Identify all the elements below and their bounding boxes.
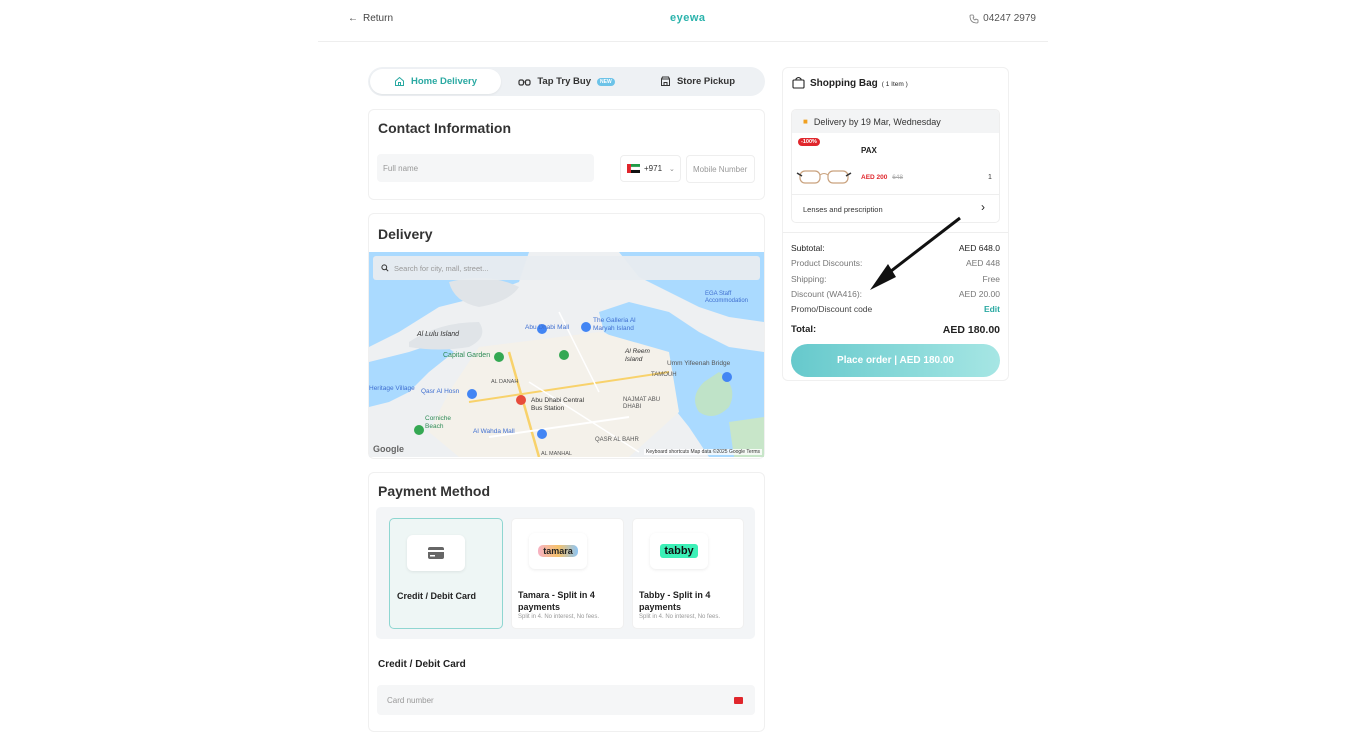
promo-row: Promo/Discount code Edit — [791, 304, 1000, 314]
map-footer[interactable]: Keyboard shortcuts Map data ©2025 Google… — [644, 449, 762, 455]
map-search-placeholder: Search for city, mall, street... — [394, 263, 489, 273]
bag-title: Shopping Bag( 1 Item ) — [810, 78, 908, 89]
google-logo: Google — [373, 444, 404, 454]
product-qty: 1 — [988, 174, 992, 181]
store-icon — [660, 76, 670, 86]
card-section-title: Credit / Debit Card — [378, 659, 466, 670]
tab-store-pickup[interactable]: Store Pickup — [632, 69, 763, 94]
payment-option-sub: Split in 4. No interest, No fees. — [639, 614, 721, 620]
tab-tap-try-buy[interactable]: Tap Try Buy NEW — [501, 69, 632, 94]
product-discounts-label: Product Discounts: — [791, 258, 863, 268]
promo-label: Promo/Discount code — [791, 304, 873, 314]
card-brand-icon — [734, 696, 743, 704]
phone-icon — [969, 14, 979, 23]
total-label: Total: — [791, 324, 817, 335]
map-label-najmat: NAJMAT ABU DHABI — [623, 397, 661, 410]
map-label-galleria: The Galleria Al Maryah Island — [593, 317, 636, 332]
map-label-village: Heritage Village — [369, 385, 415, 392]
discount-badge: -100% — [798, 138, 820, 146]
product-name: PAX — [861, 146, 877, 155]
shipping-value: Free — [982, 274, 1000, 284]
phone-link[interactable]: 04247 2979 — [969, 13, 1036, 24]
lenses-label: Lenses and prescription — [803, 205, 883, 214]
card-icon — [407, 535, 465, 571]
discount-value: AED 20.00 — [958, 289, 1000, 299]
tabby-brand: tabby — [660, 544, 698, 558]
delivery-estimate: ■ Delivery by 19 Mar, Wednesday — [792, 110, 999, 133]
payment-title: Payment Method — [378, 483, 491, 499]
mobile-input[interactable]: Mobile Number — [686, 155, 755, 183]
map-label-qasr-hosn: Qasr Al Hosn — [421, 388, 460, 395]
payment-option-label: Tabby - Split in 4 payments — [639, 590, 711, 612]
promo-edit-link[interactable]: Edit — [984, 304, 1000, 314]
tab-home-delivery[interactable]: Home Delivery — [370, 69, 501, 94]
chevron-down-icon: ⌄ — [669, 165, 675, 173]
subtotal-label: Subtotal: — [791, 243, 825, 253]
discount-label: Discount (WA416): — [791, 289, 863, 299]
country-code: +971 — [644, 164, 663, 173]
delivery-method-tabs: Home Delivery Tap Try Buy NEW Store Pick… — [368, 67, 765, 96]
map-label-wahda: Al Wahda Mall — [473, 428, 515, 435]
tab-label: Tap Try Buy — [537, 76, 591, 87]
tamara-brand: tamara — [538, 545, 578, 557]
product-discounts-value: AED 448 — [965, 258, 1000, 268]
delivery-title: Delivery — [378, 226, 433, 242]
map-label-tamouh: TAMOUH — [651, 372, 677, 378]
return-link[interactable]: ← Return — [348, 13, 393, 24]
product-price-old: 648 — [892, 174, 904, 181]
search-icon — [381, 264, 389, 272]
map-label-reem: Al Reem Island — [625, 348, 650, 363]
map-label-qasr: QASR AL BAHR — [595, 437, 639, 443]
tamara-logo: tamara — [529, 533, 587, 569]
total-value: AED 180.00 — [942, 324, 1000, 336]
place-order-button[interactable]: Place order | AED 180.00 — [791, 344, 1000, 377]
card-number-placeholder: Card number — [387, 695, 434, 705]
payment-option-label: Credit / Debit Card — [397, 591, 477, 601]
map-label-eg: EGA Staff Accommodation — [705, 291, 749, 304]
glasses-icon — [518, 78, 531, 86]
total-row: Total: AED 180.00 — [791, 324, 1000, 336]
bag-count: ( 1 Item ) — [881, 81, 908, 88]
tab-label: Home Delivery — [410, 76, 477, 87]
truck-icon: ■ — [803, 117, 808, 126]
product-image — [796, 170, 852, 184]
new-badge: NEW — [597, 77, 615, 86]
logo[interactable]: eyewa — [670, 12, 706, 24]
delivery-map[interactable]: Al Lulu Island Capital Garden The Galler… — [369, 252, 764, 457]
product-price: AED 200 648 — [861, 174, 903, 181]
arrow-left-icon: ← — [348, 13, 358, 24]
home-icon — [394, 76, 404, 86]
payment-option-sub: Split in 4. No interest, No fees. — [518, 614, 600, 620]
map-label-bus: Abu Dhabi Central Bus Station — [531, 397, 585, 412]
shipping-label: Shipping: — [791, 274, 827, 284]
map-label-lulu: Al Lulu Island — [417, 331, 460, 338]
map-label-capital: Capital Garden — [443, 352, 491, 359]
contact-title: Contact Information — [378, 120, 511, 136]
map-label-umm: Umm Yifeenah Bridge — [667, 360, 731, 367]
bag-icon — [792, 76, 805, 89]
map-label-corniche: Corniche Beach — [425, 415, 452, 430]
map-search-input[interactable]: Search for city, mall, street... — [373, 256, 760, 280]
annotation-arrow — [870, 216, 961, 290]
return-label: Return — [363, 13, 394, 24]
subtotal-value: AED 648.0 — [958, 243, 1000, 253]
product-price-current: AED 200 — [861, 174, 888, 181]
map-label-manhal: AL MANHAL — [541, 451, 572, 457]
card-number-input[interactable]: Card number — [377, 685, 755, 715]
payment-option-label: Tamara - Split in 4 payments — [518, 590, 595, 612]
fullname-input[interactable]: Full name — [377, 154, 594, 182]
chevron-right-icon: › — [981, 200, 985, 214]
map-label-danah: AL DANAH — [491, 379, 519, 385]
bag-title-text: Shopping Bag — [810, 78, 878, 89]
phone-number: 04247 2979 — [983, 13, 1036, 24]
delivery-estimate-text: Delivery by 19 Mar, Wednesday — [813, 116, 941, 127]
uae-flag-icon — [627, 164, 640, 173]
top-bar: ← Return eyewa 04247 2979 — [318, 0, 1048, 42]
tabby-logo: tabby — [650, 533, 708, 569]
country-code-select[interactable]: +971 ⌄ — [620, 155, 681, 182]
map-label-mall: Abu Dhabi Mall — [525, 324, 570, 331]
tab-label: Store Pickup — [676, 76, 736, 87]
